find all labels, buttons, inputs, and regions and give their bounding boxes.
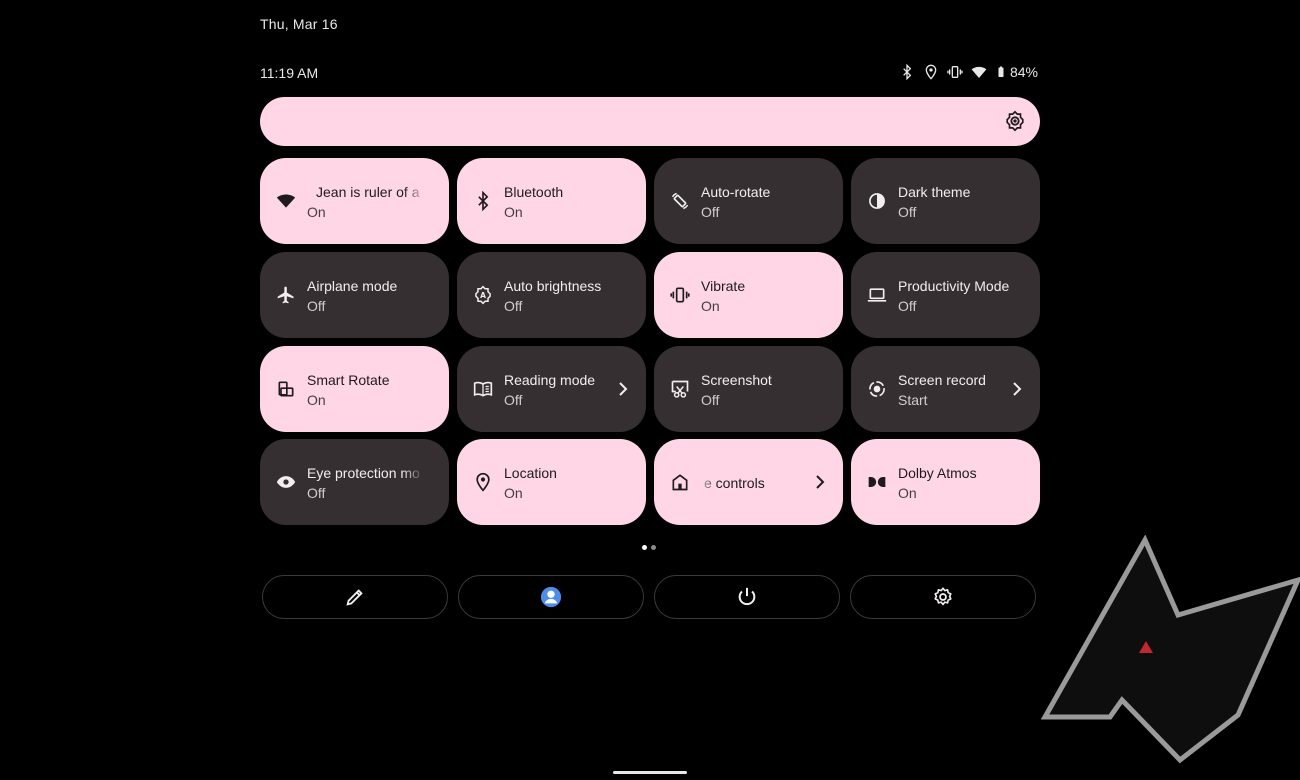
- dolby-icon: [867, 472, 887, 492]
- bluetooth-icon: [473, 191, 493, 211]
- footer-actions: [262, 575, 1038, 619]
- tile-reading-mode[interactable]: Reading mode Off: [457, 346, 646, 432]
- battery-percent: 84%: [1009, 64, 1038, 80]
- settings-button[interactable]: [850, 575, 1036, 619]
- tile-status: Off: [898, 298, 917, 314]
- tile-label: Dolby Atmos: [898, 465, 977, 481]
- brightness-icon: [1004, 110, 1026, 132]
- bluetooth-icon: [899, 64, 915, 80]
- wifi-icon: [971, 64, 987, 80]
- tile-location[interactable]: Location On: [457, 439, 646, 525]
- quick-settings-grid: Jean is ruler of a On Bluetooth On Auto-…: [260, 158, 1040, 525]
- eye-icon: [276, 472, 296, 492]
- tile-label: Jean is ruler of a: [316, 184, 420, 200]
- tile-auto-rotate[interactable]: Auto-rotate Off: [654, 158, 843, 244]
- tile-status: On: [307, 392, 326, 408]
- power-icon: [738, 587, 756, 606]
- clock: 11:19 AM: [260, 65, 319, 81]
- vibrate-icon: [670, 285, 690, 305]
- vibrate-icon: [947, 64, 963, 80]
- location-icon: [923, 64, 939, 80]
- tile-status: Off: [307, 485, 326, 501]
- tile-bluetooth[interactable]: Bluetooth On: [457, 158, 646, 244]
- chevron-right-icon[interactable]: [813, 474, 827, 490]
- airplane-icon: [276, 285, 296, 305]
- screenshot-icon: [670, 379, 690, 399]
- tile-airplane-mode[interactable]: Airplane mode Off: [260, 252, 449, 338]
- page-dot-active: [642, 545, 647, 550]
- tile-status: On: [898, 485, 917, 501]
- user-icon: [540, 586, 562, 608]
- laptop-icon: [867, 285, 887, 305]
- tile-label: Dark theme: [898, 184, 971, 200]
- tile-status: Off: [898, 204, 917, 220]
- chevron-right-icon[interactable]: [1010, 381, 1024, 397]
- tile-screenshot[interactable]: Screenshot Off: [654, 346, 843, 432]
- tile-label: Airplane mode: [307, 278, 398, 294]
- tile-dolby-atmos[interactable]: Dolby Atmos On: [851, 439, 1040, 525]
- screen-record-icon: [867, 379, 887, 399]
- status-bar: 84%: [899, 64, 1038, 80]
- tile-status: On: [307, 204, 326, 220]
- tile-label: Auto-rotate: [701, 184, 771, 200]
- dark-theme-icon: [867, 191, 887, 211]
- wifi-icon: [276, 191, 296, 211]
- tile-status: Off: [504, 298, 523, 314]
- tile-status: On: [504, 204, 523, 220]
- tile-status: Off: [701, 204, 720, 220]
- auto-brightness-icon: A: [473, 285, 493, 305]
- tile-label: Bluetooth: [504, 184, 564, 200]
- tile-label: Smart Rotate: [307, 372, 390, 388]
- tile-label: Location: [504, 465, 557, 481]
- tile-status: Start: [898, 392, 928, 408]
- home-icon: [670, 472, 690, 492]
- tile-home-controls[interactable]: e controls: [654, 439, 843, 525]
- tile-label: e controls: [704, 475, 765, 491]
- chevron-right-icon[interactable]: [616, 381, 630, 397]
- tile-label: Screenshot: [701, 372, 772, 388]
- power-button[interactable]: [654, 575, 840, 619]
- tile-vibrate[interactable]: Vibrate On: [654, 252, 843, 338]
- tile-label: Screen record: [898, 372, 986, 388]
- book-icon: [473, 379, 493, 399]
- page-dot: [651, 545, 656, 550]
- battery-icon: [998, 66, 1004, 77]
- tile-status: On: [504, 485, 523, 501]
- edit-icon: [346, 589, 363, 606]
- user-button[interactable]: [458, 575, 644, 619]
- smart-rotate-icon: [276, 379, 296, 399]
- tile-dark-theme[interactable]: Dark theme Off: [851, 158, 1040, 244]
- tile-label: Productivity Mode: [898, 278, 1010, 294]
- battery-indicator: 84%: [995, 64, 1038, 80]
- tile-screen-record[interactable]: Screen record Start: [851, 346, 1040, 432]
- tile-label: Reading mode: [504, 372, 596, 388]
- page-indicator: [642, 545, 656, 550]
- tile-status: Off: [307, 298, 326, 314]
- gesture-bar[interactable]: [613, 771, 687, 774]
- tile-label: Auto brightness: [504, 278, 602, 294]
- tile-eye-protection[interactable]: Eye protection mo Off: [260, 439, 449, 525]
- brightness-slider[interactable]: [260, 97, 1040, 146]
- watermark-logo: [1040, 534, 1300, 765]
- tile-status: Off: [701, 392, 720, 408]
- settings-icon: [934, 587, 952, 606]
- tile-productivity-mode[interactable]: Productivity Mode Off: [851, 252, 1040, 338]
- auto-rotate-icon: [670, 191, 690, 211]
- tile-status: Off: [504, 392, 523, 408]
- location-icon: [473, 472, 493, 492]
- edit-button[interactable]: [262, 575, 448, 619]
- date-label: Thu, Mar 16: [260, 16, 338, 32]
- svg-text:A: A: [480, 291, 486, 300]
- tile-auto-brightness[interactable]: A Auto brightness Off: [457, 252, 646, 338]
- tile-label: Vibrate: [701, 278, 746, 294]
- tile-wifi[interactable]: Jean is ruler of a On: [260, 158, 449, 244]
- tile-smart-rotate[interactable]: Smart Rotate On: [260, 346, 449, 432]
- tile-label: Eye protection mo: [307, 465, 420, 481]
- tile-status: On: [701, 298, 720, 314]
